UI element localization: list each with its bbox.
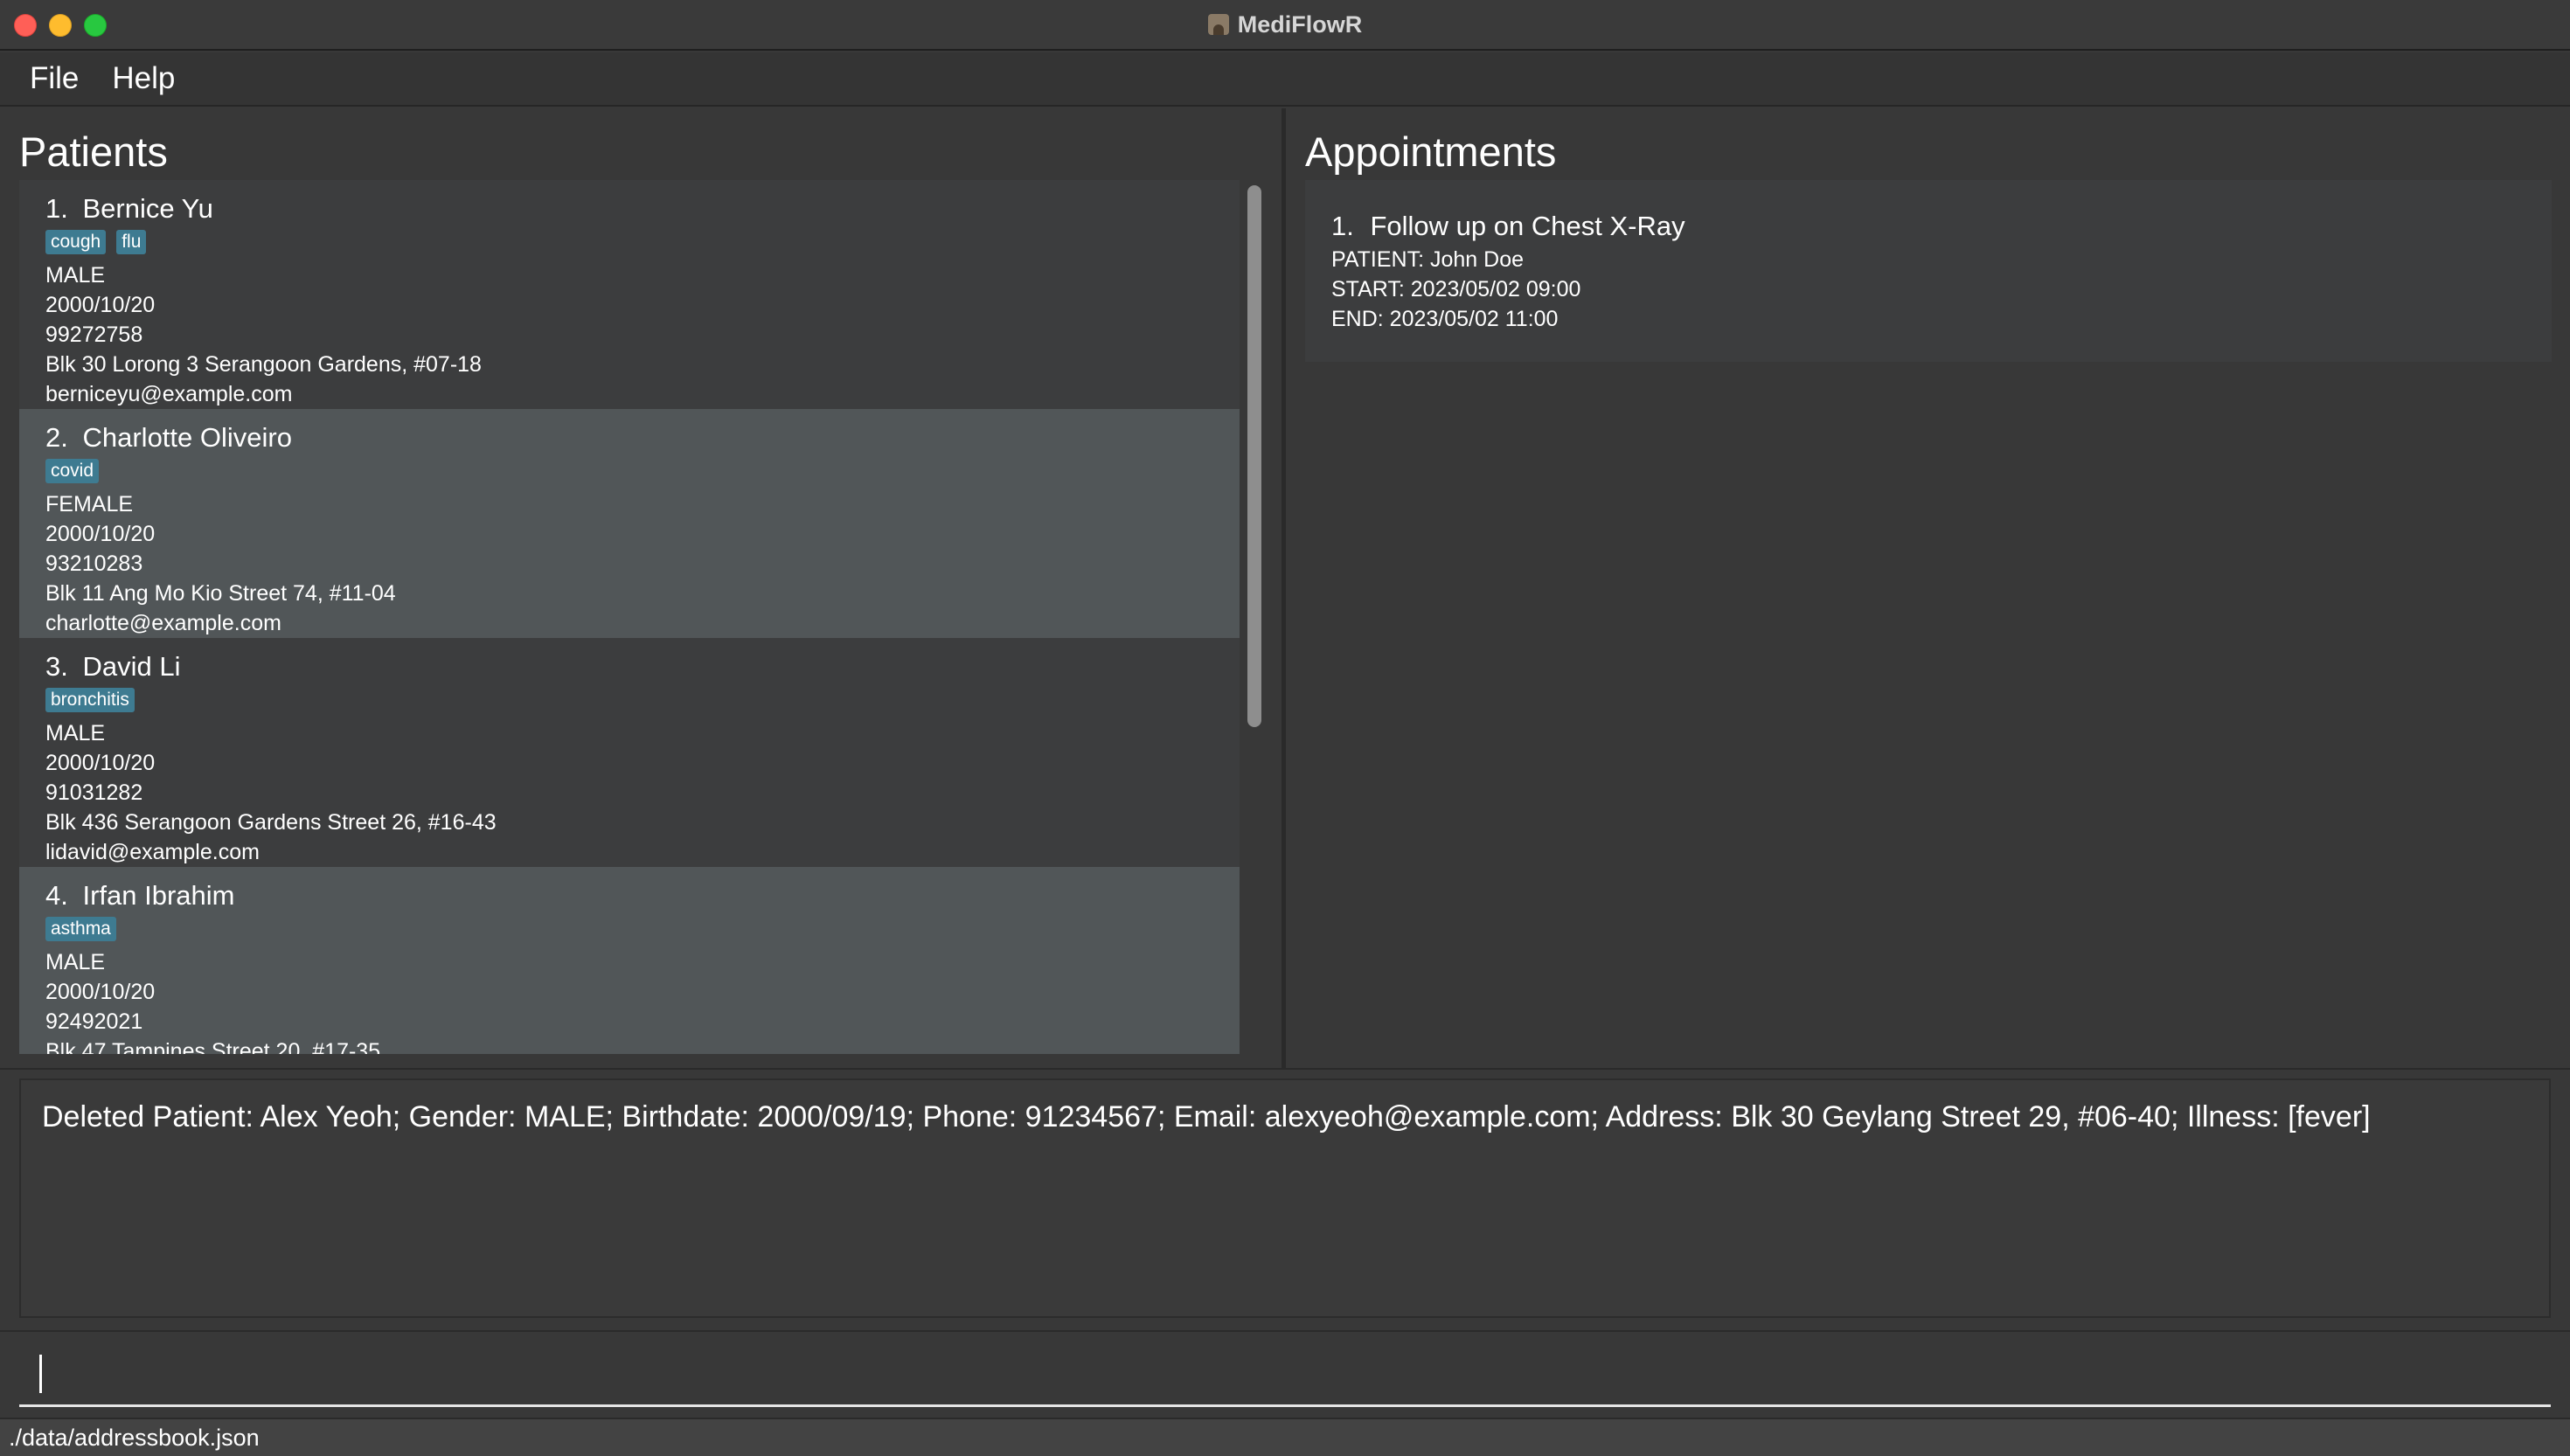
menu-file[interactable]: File [30,61,79,96]
patient-name: David Li [82,651,181,682]
patient-gender: FEMALE [45,492,134,517]
patient-list[interactable]: 1. Bernice Yu cough flu MALE 2000/10/20 … [19,180,1240,1054]
result-display[interactable]: Deleted Patient: Alex Yeoh; Gender: MALE… [19,1078,2551,1318]
patient-phone: 93210283 [45,551,143,576]
window-title-group: MediFlowR [1207,10,1363,38]
patient-birthdate: 2000/10/20 [45,522,156,546]
patient-address: Blk 47 Tampines Street 20, #17-35 [45,1039,381,1054]
illness-tag: covid [45,459,100,483]
result-area: Deleted Patient: Alex Yeoh; Gender: MALE… [0,1068,2570,1330]
patient-tags: cough flu [45,229,1213,255]
menu-bar: File Help [0,52,2570,107]
patient-tags: bronchitis [45,687,1213,713]
patient-tags: asthma [45,916,1213,942]
patient-address: Blk 30 Lorong 3 Serangoon Gardens, #07-1… [45,352,482,377]
patient-birthdate: 2000/10/20 [45,751,156,775]
patient-card[interactable]: 1. Bernice Yu cough flu MALE 2000/10/20 … [19,180,1240,409]
illness-tag: bronchitis [45,688,135,712]
patient-card[interactable]: 3. David Li bronchitis MALE 2000/10/20 9… [19,638,1240,867]
patient-gender: MALE [45,721,106,745]
appointment-index: 1. [1331,211,1354,241]
status-bar: ./data/addressbook.json [0,1418,2570,1456]
patient-birthdate: 2000/10/20 [45,980,156,1004]
patient-card[interactable]: 2. Charlotte Oliveiro covid FEMALE 2000/… [19,409,1240,638]
patient-email: berniceyu@example.com [45,382,293,406]
patient-email: charlotte@example.com [45,611,281,635]
patient-index: 3. [45,651,68,682]
patient-address: Blk 436 Serangoon Gardens Street 26, #16… [45,810,497,835]
patient-phone: 92492021 [45,1009,143,1034]
patient-email: lidavid@example.com [45,840,260,864]
illness-tag: cough [45,230,107,254]
app-icon [1207,14,1229,35]
window-controls [14,14,107,37]
patient-name: Irfan Ibrahim [82,880,235,911]
patient-list-scrollbar[interactable] [1245,185,1264,1050]
command-input[interactable] [19,1346,2551,1407]
menu-help[interactable]: Help [112,61,175,96]
minimize-window-button[interactable] [49,14,72,37]
appointment-patient: PATIENT: John Doe [1331,247,1524,272]
patient-name: Charlotte Oliveiro [82,422,292,453]
data-file-path: ./data/addressbook.json [9,1424,260,1451]
appointment-title: Follow up on Chest X-Ray [1370,211,1685,241]
patient-gender: MALE [45,263,106,288]
patients-title: Patients [19,128,168,175]
patient-name: Bernice Yu [82,193,213,224]
window-title: MediFlowR [1237,10,1363,38]
result-text: Deleted Patient: Alex Yeoh; Gender: MALE… [42,1100,2371,1134]
illness-tag: asthma [45,917,116,941]
illness-tag: flu [116,230,147,254]
patient-index: 1. [45,193,68,224]
appointments-title: Appointments [1305,128,1557,175]
patient-tags: covid [45,458,1213,484]
patient-phone: 91031282 [45,780,143,805]
patients-panel: Patients 1. Bernice Yu cough flu MALE 20… [0,108,1282,1068]
patient-gender: MALE [45,950,106,974]
title-bar: MediFlowR [0,0,2570,51]
close-window-button[interactable] [14,14,37,37]
maximize-window-button[interactable] [84,14,107,37]
appointments-panel: Appointments 1. Follow up on Chest X-Ray… [1286,108,2570,1068]
patient-address: Blk 11 Ang Mo Kio Street 74, #11-04 [45,581,396,606]
patient-card[interactable]: 4. Irfan Ibrahim asthma MALE 2000/10/20 … [19,867,1240,1054]
scrollbar-thumb[interactable] [1247,185,1261,727]
text-caret [39,1355,42,1393]
appointment-card[interactable]: 1. Follow up on Chest X-Ray PATIENT: Joh… [1305,180,2552,362]
appointment-start: START: 2023/05/02 09:00 [1331,277,1581,302]
patient-index: 2. [45,422,68,453]
appointment-end: END: 2023/05/02 11:00 [1331,307,1559,331]
patient-index: 4. [45,880,68,911]
patient-birthdate: 2000/10/20 [45,293,156,317]
command-area [0,1330,2570,1418]
patient-phone: 99272758 [45,322,143,347]
appointment-list[interactable]: 1. Follow up on Chest X-Ray PATIENT: Joh… [1305,180,2552,362]
